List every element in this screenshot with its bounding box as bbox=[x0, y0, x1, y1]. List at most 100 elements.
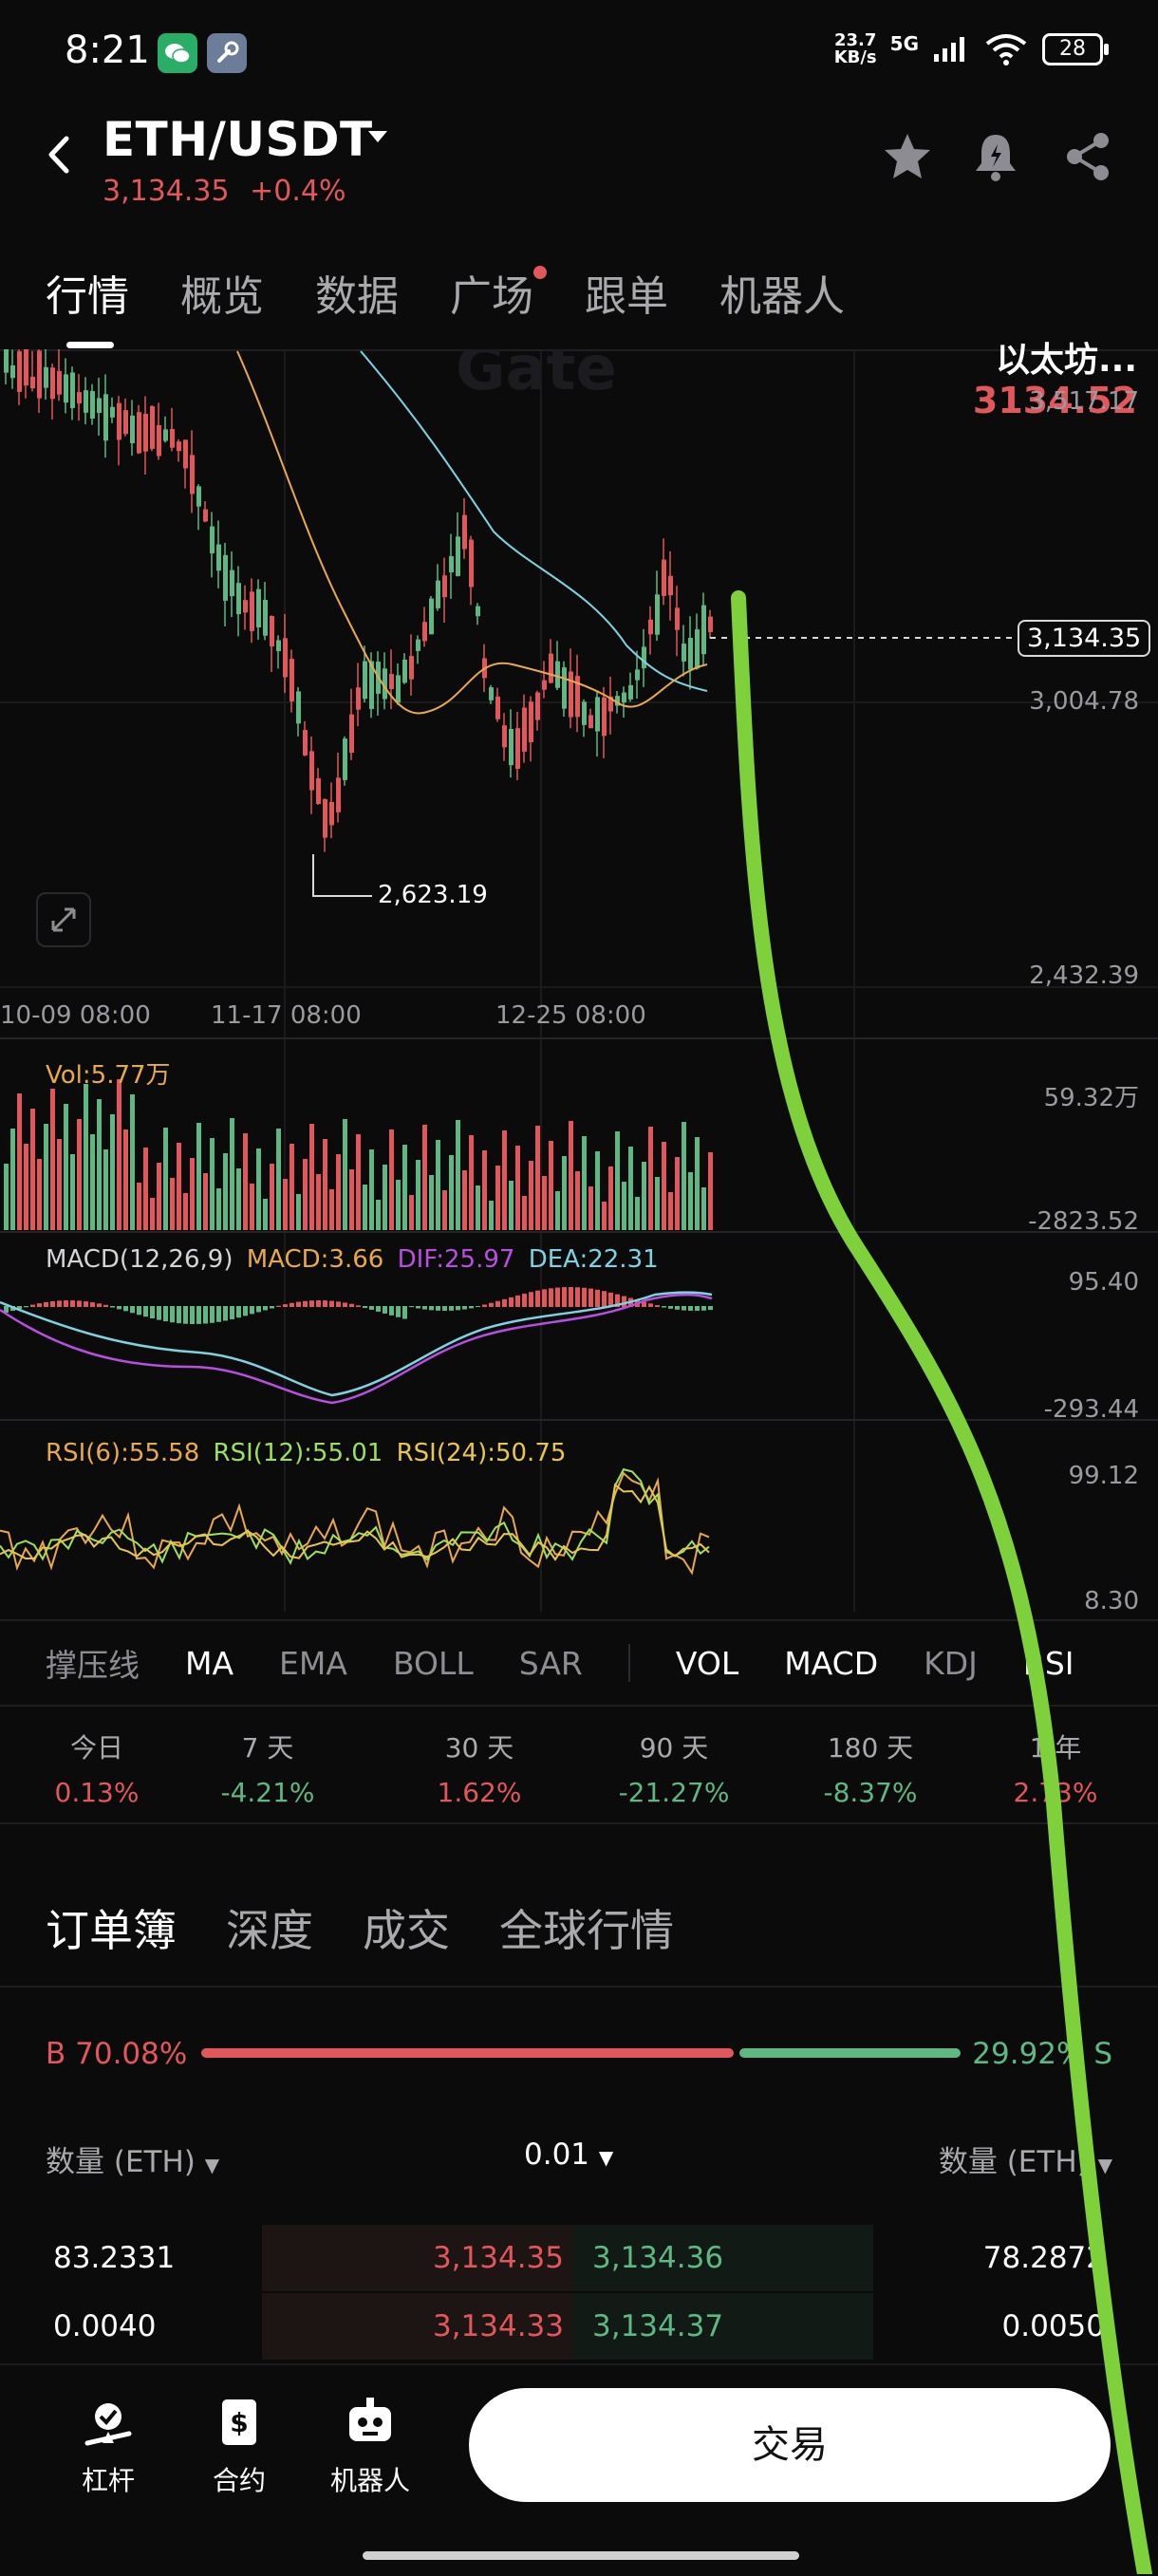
coin-name: 以太坊... bbox=[995, 341, 1137, 380]
indicator-ma[interactable]: MA bbox=[185, 1645, 233, 1682]
candle-body bbox=[602, 697, 607, 737]
candle-body bbox=[57, 370, 62, 395]
macd-bar bbox=[575, 1287, 580, 1307]
candle-body bbox=[675, 607, 680, 630]
volume-bar bbox=[110, 1114, 115, 1230]
indicator-ema[interactable]: EMA bbox=[279, 1645, 347, 1682]
volume-bar bbox=[495, 1166, 500, 1230]
macd-bar bbox=[216, 1306, 221, 1322]
macd-bar bbox=[329, 1300, 334, 1307]
macd-bar bbox=[422, 1306, 427, 1310]
precision-selector[interactable]: 0.01 ▼ bbox=[524, 2137, 613, 2172]
indicator-vol[interactable]: VOL bbox=[676, 1645, 738, 1682]
macd-bar bbox=[37, 1303, 42, 1307]
period-change: -21.27% bbox=[618, 1777, 730, 1808]
back-button[interactable] bbox=[44, 133, 74, 180]
candle-body bbox=[529, 701, 533, 742]
price-alert-button[interactable] bbox=[972, 131, 1019, 186]
period-change: -8.37% bbox=[823, 1777, 918, 1808]
volume-bar bbox=[628, 1147, 633, 1230]
candle-body bbox=[216, 544, 221, 571]
indicator-separator bbox=[627, 1644, 630, 1682]
nav-futures[interactable]: $ 合约 bbox=[182, 2394, 296, 2498]
candle-body bbox=[688, 637, 693, 670]
macd-bar bbox=[675, 1306, 680, 1310]
candle-body bbox=[177, 441, 181, 452]
fullscreen-button[interactable] bbox=[36, 892, 91, 947]
candle-body bbox=[309, 751, 314, 791]
indicator-sar[interactable]: SAR bbox=[519, 1645, 583, 1682]
volume-bar bbox=[535, 1126, 540, 1230]
tab-orderbook[interactable]: 订单簿 bbox=[46, 1896, 177, 1959]
candle-body bbox=[622, 692, 626, 703]
volume-bar bbox=[57, 1139, 62, 1230]
tab-copy-trade[interactable]: 跟单 bbox=[585, 262, 668, 323]
candle-body bbox=[196, 486, 201, 507]
macd-bar bbox=[336, 1301, 341, 1307]
candle-body bbox=[130, 415, 135, 443]
candle-body bbox=[695, 629, 700, 669]
volume-bar bbox=[622, 1182, 626, 1230]
macd-bar bbox=[363, 1306, 367, 1309]
tab-square[interactable]: 广场 bbox=[450, 262, 547, 323]
macd-bar bbox=[230, 1306, 234, 1319]
candle-body bbox=[349, 714, 354, 754]
home-indicator[interactable] bbox=[363, 2551, 799, 2560]
period-change: 0.13% bbox=[54, 1777, 140, 1808]
candle-body bbox=[595, 697, 600, 732]
macd-bar bbox=[529, 1292, 533, 1307]
nav-margin[interactable]: 杠杆 bbox=[51, 2394, 165, 2498]
share-button[interactable] bbox=[1063, 131, 1112, 186]
volume-bar bbox=[123, 1129, 128, 1230]
bid-qty-header[interactable]: 数量 (ETH) ▼ bbox=[46, 2137, 219, 2180]
ask-price: 3,134.37 bbox=[592, 2309, 724, 2343]
tab-global-market[interactable]: 全球行情 bbox=[499, 1896, 674, 1959]
candle-body bbox=[183, 439, 188, 469]
macd-bar bbox=[203, 1306, 208, 1324]
volume-bar bbox=[595, 1151, 600, 1230]
indicator-kdj[interactable]: KDJ bbox=[924, 1645, 978, 1682]
ask-qty-header[interactable]: 数量 (ETH) ▼ bbox=[939, 2137, 1112, 2180]
tab-depth[interactable]: 深度 bbox=[226, 1896, 313, 1959]
indicator-boll[interactable]: BOLL bbox=[393, 1645, 474, 1682]
tab-trades[interactable]: 成交 bbox=[363, 1896, 450, 1959]
tools-icon bbox=[207, 33, 247, 73]
candle-body bbox=[422, 622, 427, 642]
tab-bots[interactable]: 机器人 bbox=[719, 262, 845, 323]
candle-body bbox=[157, 424, 161, 457]
orderbook-row[interactable]: 0.0040 3,134.33 3,134.37 0.0050 bbox=[0, 2293, 1158, 2360]
volume-bar bbox=[230, 1118, 234, 1230]
caret-down-icon[interactable] bbox=[366, 129, 389, 148]
tab-overview[interactable]: 概览 bbox=[180, 262, 264, 323]
candle-body bbox=[429, 598, 434, 635]
tab-market[interactable]: 行情 bbox=[46, 262, 129, 323]
favorite-button[interactable] bbox=[881, 131, 934, 186]
candle-body bbox=[449, 556, 454, 573]
x-tick-2: 11-17 08:00 bbox=[211, 1001, 362, 1030]
volume-bar bbox=[343, 1119, 347, 1230]
indicator-rsi[interactable]: RSI bbox=[1023, 1645, 1074, 1682]
trade-button[interactable]: 交易 bbox=[469, 2388, 1111, 2502]
macd-bar bbox=[123, 1306, 128, 1312]
network-type: 5G bbox=[889, 32, 919, 55]
tab-data[interactable]: 数据 bbox=[315, 262, 399, 323]
volume-bar bbox=[250, 1184, 254, 1230]
candle-body bbox=[343, 738, 347, 780]
volume-bar bbox=[4, 1164, 9, 1230]
candle-body bbox=[263, 600, 268, 636]
nav-bots[interactable]: 机器人 bbox=[313, 2394, 427, 2498]
orderbook-row[interactable]: 83.2331 3,134.35 3,134.36 78.2872 bbox=[0, 2225, 1158, 2291]
candle-body bbox=[103, 394, 108, 441]
indicator-support-resistance[interactable]: 撑压线 bbox=[46, 1640, 140, 1686]
macd-bar bbox=[429, 1306, 434, 1311]
kline-chart[interactable]: Gate bbox=[0, 349, 1158, 1612]
pair-selector[interactable]: ETH/USDT bbox=[103, 112, 373, 167]
volume-bar bbox=[383, 1165, 387, 1230]
macd-bar bbox=[569, 1287, 573, 1307]
bid-qty: 0.0040 bbox=[53, 2309, 157, 2343]
macd-bar bbox=[90, 1302, 95, 1307]
candle-body bbox=[356, 687, 361, 710]
vol-tick-bottom: -2823.52 bbox=[1028, 1207, 1139, 1236]
ask-qty: 78.2872 bbox=[982, 2241, 1105, 2275]
indicator-macd[interactable]: MACD bbox=[784, 1645, 878, 1682]
